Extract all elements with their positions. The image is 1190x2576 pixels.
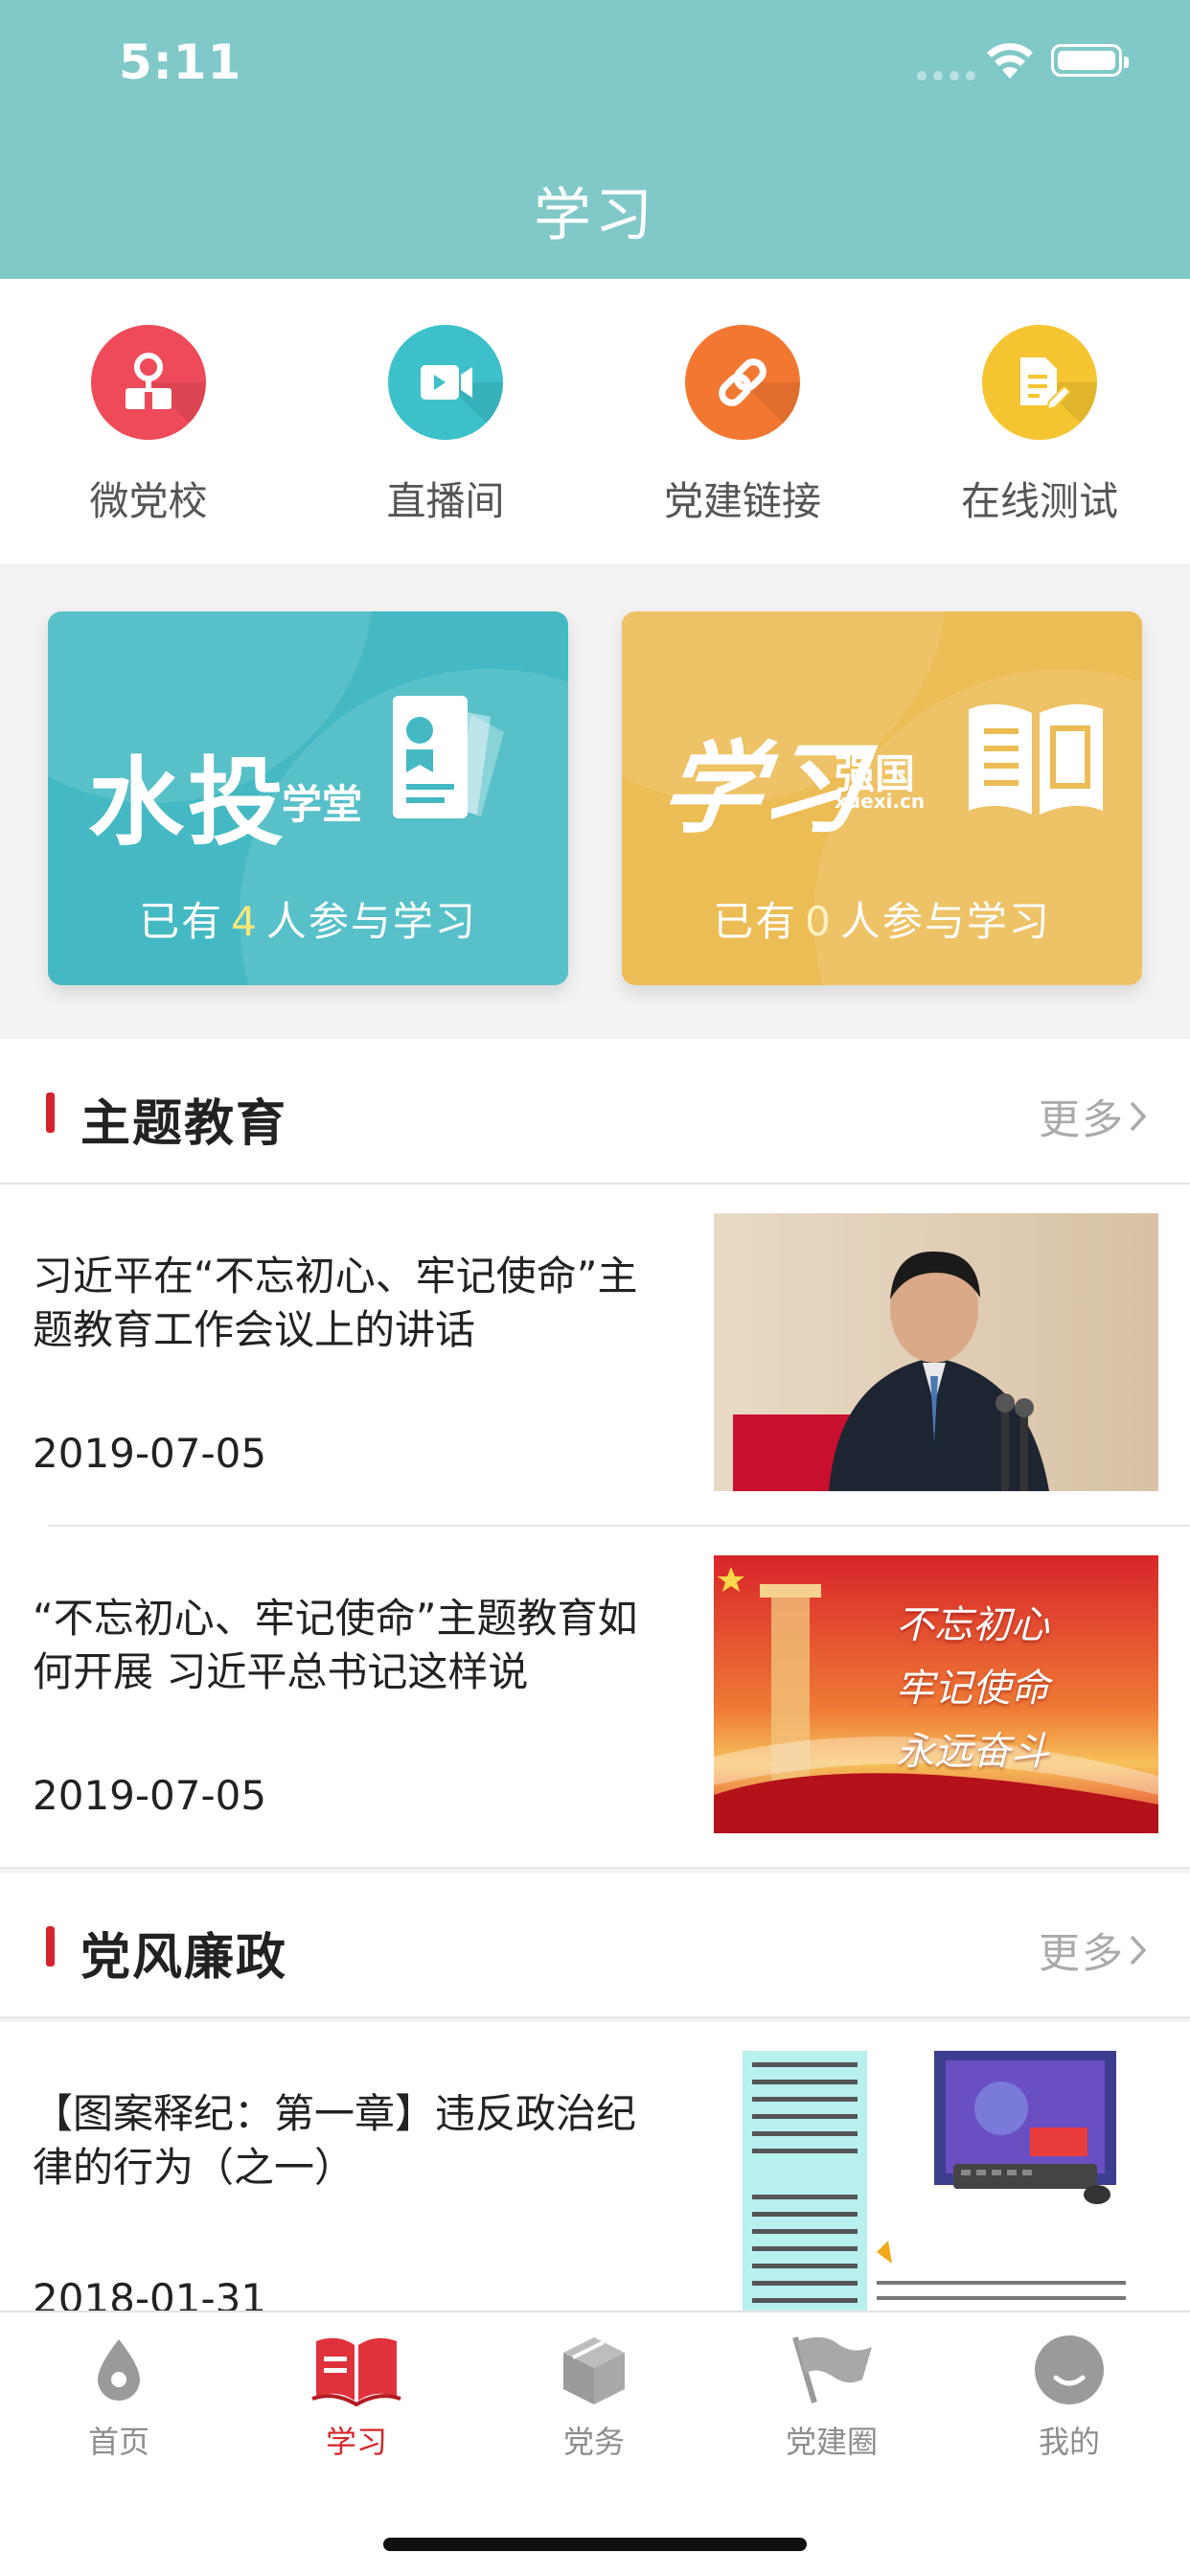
document-edit-icon bbox=[982, 325, 1097, 440]
quick-link-micro-school[interactable]: 微党校 bbox=[34, 325, 263, 526]
nav-header: 5:11 学习 bbox=[0, 0, 1190, 279]
video-camera-icon bbox=[388, 325, 503, 440]
tab-label: 我的 bbox=[1038, 2424, 1100, 2460]
participant-count: 0 bbox=[805, 898, 833, 945]
article-date: 2019-07-05 bbox=[33, 1430, 267, 1477]
more-link[interactable]: 更多 bbox=[1039, 1920, 1125, 1980]
article-date: 2018-01-31 bbox=[33, 2275, 267, 2311]
quick-link-label: 党建链接 bbox=[664, 478, 821, 524]
book-icon bbox=[311, 2337, 401, 2407]
article-thumbnail: 不忘初心 牢记使命 永远奋斗 bbox=[714, 1555, 1158, 1833]
section-header-clean-governance: 党风廉政 更多 bbox=[0, 1873, 1190, 2018]
card-logo-url: xuexi.cn bbox=[835, 790, 926, 813]
card-shuitou-school[interactable]: 水投 学堂 已有 4 人参与学习 bbox=[48, 611, 568, 985]
home-indicator[interactable] bbox=[383, 2538, 807, 2551]
quick-link-label: 直播间 bbox=[386, 478, 505, 524]
tab-bar: 首页 学习 党务 党建圈 我的 bbox=[0, 2311, 1190, 2576]
tab-home[interactable]: 首页 bbox=[0, 2332, 238, 2462]
card-participants: 已有 4 人参与学习 bbox=[139, 898, 477, 945]
card-participants: 已有 0 人参与学习 bbox=[713, 898, 1051, 945]
divider bbox=[0, 1867, 1190, 1869]
tab-label: 首页 bbox=[87, 2424, 149, 2460]
chevron-right-icon[interactable] bbox=[1129, 1100, 1148, 1133]
section-title: 主题教育 bbox=[80, 1095, 288, 1153]
section-title: 党风廉政 bbox=[80, 1929, 288, 1987]
article-title: 习近平在“不忘初心、牢记使命”主题教育工作会议上的讲话 bbox=[33, 1253, 638, 1353]
podium-icon bbox=[91, 325, 206, 440]
article-item[interactable]: 习近平在“不忘初心、牢记使命”主题教育工作会议上的讲话 2019-07-05 bbox=[0, 1184, 1190, 1527]
smile-icon bbox=[1035, 2335, 1104, 2404]
quick-link-live-room[interactable]: 直播间 bbox=[331, 325, 561, 526]
chevron-right-icon[interactable] bbox=[1129, 1934, 1148, 1966]
tab-study[interactable]: 学习 bbox=[238, 2332, 475, 2462]
card-xuexi-qiangguo[interactable]: 学习 强国 xuexi.cn 已有 0 人参与学习 bbox=[622, 611, 1142, 985]
battery-icon bbox=[1051, 44, 1129, 77]
quick-link-party-links[interactable]: 党建链接 bbox=[628, 325, 858, 526]
card-logo-main: 水投 bbox=[88, 747, 287, 859]
tab-label: 党务 bbox=[562, 2424, 625, 2460]
quick-link-label: 微党校 bbox=[89, 478, 208, 524]
id-cards-icon bbox=[393, 696, 504, 818]
section-accent-bar bbox=[46, 1926, 55, 1966]
tab-label: 学习 bbox=[325, 2424, 387, 2460]
flag-icon bbox=[792, 2336, 872, 2404]
quick-link-online-test[interactable]: 在线测试 bbox=[925, 325, 1155, 526]
participant-count: 4 bbox=[231, 898, 259, 945]
section-accent-bar bbox=[46, 1092, 55, 1133]
quick-links: 微党校 直播间 党建链接 在线测试 bbox=[0, 279, 1190, 564]
section-header-theme-education: 主题教育 更多 bbox=[0, 1039, 1190, 1184]
article-thumbnail bbox=[714, 1213, 1158, 1491]
book-open-icon bbox=[969, 703, 1103, 815]
poster-text: 不忘初心 牢记使命 永远奋斗 bbox=[896, 1603, 1049, 1774]
article-title: “不忘初心、牢记使命”主题教育如何开展 习近平总书记这样说 bbox=[33, 1595, 638, 1695]
status-time: 5:11 bbox=[119, 34, 242, 90]
box-icon bbox=[563, 2337, 625, 2404]
drop-icon bbox=[98, 2339, 140, 2401]
quick-link-label: 在线测试 bbox=[961, 478, 1118, 524]
signal-icon bbox=[917, 71, 975, 80]
wifi-icon bbox=[987, 43, 1033, 79]
article-date: 2019-07-05 bbox=[33, 1772, 267, 1819]
link-icon bbox=[685, 325, 800, 440]
page-title: 学习 bbox=[534, 182, 656, 249]
tab-mine[interactable]: 我的 bbox=[950, 2332, 1188, 2462]
article-item[interactable]: 【图案释纪：第一章】违反政治纪律的行为（之一） 2018-01-31 bbox=[0, 2022, 1190, 2311]
more-link[interactable]: 更多 bbox=[1039, 1087, 1125, 1146]
article-title: 【图案释纪：第一章】违反政治纪律的行为（之一） bbox=[33, 2090, 637, 2191]
tab-party-circle[interactable]: 党建圈 bbox=[713, 2332, 950, 2462]
article-thumbnail bbox=[714, 2051, 1158, 2311]
tab-label: 党建圈 bbox=[785, 2424, 878, 2460]
article-item[interactable]: “不忘初心、牢记使命”主题教育如何开展 习近平总书记这样说 2019-07-05… bbox=[0, 1527, 1190, 1869]
tab-party-affairs[interactable]: 党务 bbox=[475, 2332, 713, 2462]
card-logo-sub: 学堂 bbox=[282, 781, 363, 828]
